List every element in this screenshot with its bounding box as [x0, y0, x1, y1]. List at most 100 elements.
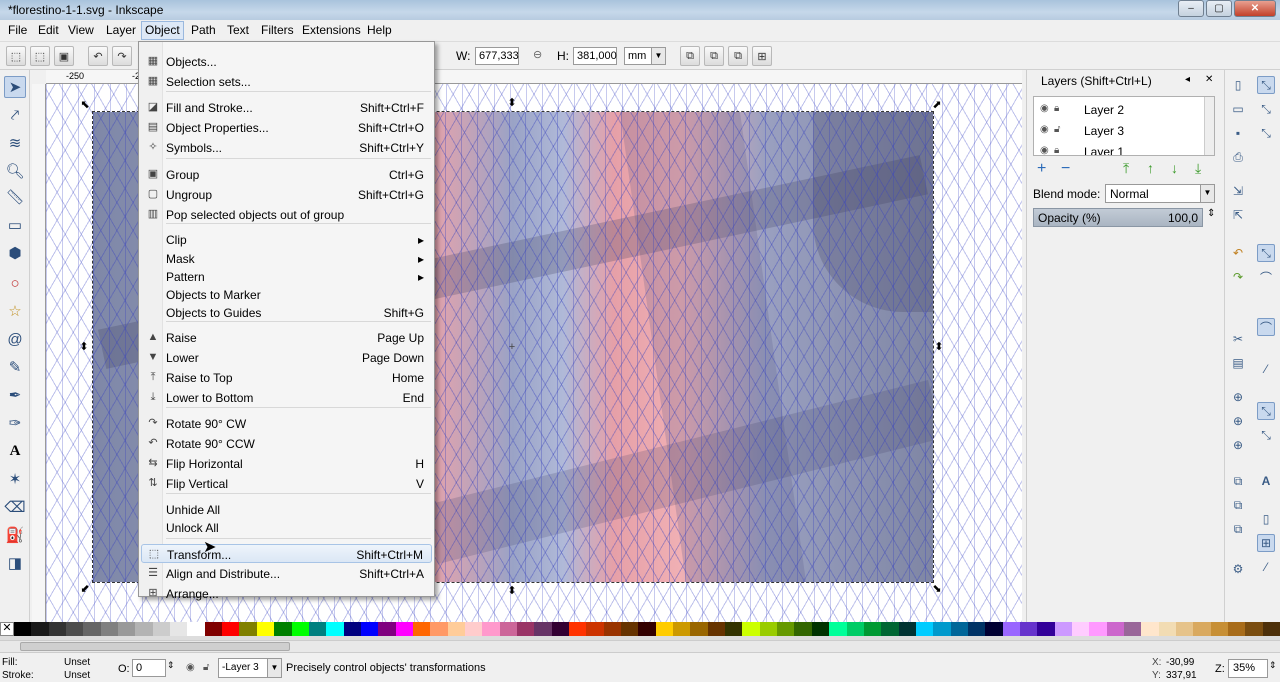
color-swatch[interactable] — [464, 622, 483, 636]
color-swatch[interactable] — [343, 622, 361, 636]
select-all-layers-icon[interactable]: ⬚ — [30, 46, 50, 66]
opacity-field[interactable]: 0 — [132, 659, 166, 677]
ellipse-tool-icon[interactable]: ○ — [4, 272, 26, 294]
snap-nodes-icon[interactable]: ⤡ — [1257, 244, 1275, 262]
color-swatch[interactable] — [308, 622, 327, 636]
lock-icon[interactable]: 🔓︎ — [203, 662, 209, 673]
color-swatch[interactable] — [152, 622, 171, 636]
color-swatch[interactable] — [950, 622, 968, 636]
height-field[interactable]: 381,000 — [573, 47, 617, 65]
menu-item-objects-to-guides[interactable]: Objects to Guides Shift+G — [141, 303, 432, 322]
lower-layer-icon[interactable]: ↓ — [1171, 160, 1178, 176]
lower-layer-bottom-icon[interactable]: ⤓ — [1195, 160, 1201, 177]
pencil-tool-icon[interactable]: ✎ — [4, 356, 26, 378]
menu-item-objects-to-marker[interactable]: Objects to Marker — [141, 285, 432, 304]
menu-item-unlock-all[interactable]: Unlock All — [141, 518, 432, 537]
star-tool-icon[interactable]: ☆ — [4, 300, 26, 322]
menu-item-pattern[interactable]: Pattern ▸ — [141, 267, 432, 286]
snap-midpoint-icon[interactable]: ⁄ — [1257, 360, 1275, 378]
menu-file[interactable]: File — [5, 23, 30, 37]
menu-item-rotate-90-ccw[interactable]: ↶ Rotate 90° CCW — [141, 434, 432, 453]
menu-object[interactable]: Object — [141, 21, 184, 40]
raise-layer-top-icon[interactable]: ⤒ — [1123, 160, 1129, 177]
menu-item-arrange[interactable]: ⊞ Arrange... — [141, 584, 432, 603]
deselect-icon[interactable]: ▣ — [54, 46, 74, 66]
color-swatch[interactable] — [898, 622, 916, 636]
zoom-drawing-icon[interactable]: ⊕ — [1229, 412, 1247, 430]
color-swatch[interactable] — [170, 622, 188, 636]
layer-row[interactable]: ◉ 🔓︎ Layer 3 — [1034, 120, 1204, 141]
unlink-clone-icon[interactable]: ⧉ — [1229, 520, 1247, 538]
scale-handle[interactable]: ⬍ — [79, 342, 89, 353]
menu-path[interactable]: Path — [188, 23, 219, 37]
rotate-ccw-icon[interactable]: ↶ — [88, 46, 108, 66]
color-swatch[interactable] — [256, 622, 275, 636]
menu-item-clip[interactable]: Clip ▸ — [141, 230, 432, 249]
opacity-stepper[interactable]: ⇕ — [1207, 208, 1215, 219]
redo-icon[interactable]: ↷ — [1229, 268, 1247, 286]
color-swatch[interactable] — [31, 622, 49, 636]
paste-icon[interactable]: ▤ — [1229, 354, 1247, 372]
menu-item-unhide-all[interactable]: Unhide All — [141, 500, 432, 519]
opacity-slider[interactable]: Opacity (%) 100,0 — [1033, 208, 1203, 227]
zoom-page-icon[interactable]: ⊕ — [1229, 436, 1247, 454]
color-swatch[interactable] — [725, 622, 743, 636]
color-swatch[interactable] — [412, 622, 431, 636]
scale-handle[interactable]: ⬍ — [934, 342, 944, 353]
snap-guide-icon[interactable]: ⁄ — [1257, 558, 1275, 576]
eye-icon[interactable]: ◉ — [1040, 103, 1049, 114]
maximize-button[interactable]: ▢ — [1206, 0, 1232, 17]
color-swatch[interactable] — [863, 622, 882, 636]
pen-tool-icon[interactable]: ✒ — [4, 384, 26, 406]
layer-row[interactable]: ◉ 🔒︎ Layer 2 — [1034, 99, 1204, 120]
move-gradients-icon[interactable]: ⧉ — [728, 46, 748, 66]
color-swatch[interactable] — [1037, 622, 1055, 636]
snap-center-icon[interactable]: ⤡ — [1257, 402, 1275, 420]
spiral-tool-icon[interactable]: @ — [4, 328, 26, 350]
color-swatch[interactable] — [291, 622, 309, 636]
duplicate-icon[interactable]: ⧉ — [1229, 472, 1247, 490]
color-swatch[interactable] — [360, 622, 379, 636]
color-swatch[interactable] — [378, 622, 396, 636]
color-swatch[interactable] — [794, 622, 812, 636]
color-swatch[interactable] — [985, 622, 1003, 636]
menu-item-align-and-distribute[interactable]: ☰ Align and Distribute... Shift+Ctrl+A — [141, 564, 432, 583]
color-swatch[interactable] — [118, 622, 136, 636]
snap-bbox-icon[interactable]: ⤡ — [1257, 100, 1275, 118]
color-swatch[interactable] — [1176, 622, 1194, 636]
color-swatch[interactable] — [811, 622, 830, 636]
color-swatch[interactable] — [1262, 622, 1280, 636]
zoom-selection-icon[interactable]: ⊕ — [1229, 388, 1247, 406]
export-icon[interactable]: ⇱ — [1229, 206, 1247, 224]
undo-icon[interactable]: ↶ — [1229, 244, 1247, 262]
color-swatch[interactable] — [742, 622, 760, 636]
color-swatch[interactable] — [204, 622, 223, 636]
cut-icon[interactable]: ✂ — [1229, 330, 1247, 348]
color-swatch[interactable] — [586, 622, 604, 636]
measure-tool-icon[interactable]: 📏︎ — [4, 186, 26, 208]
scale-handle[interactable]: ⬍ — [507, 586, 517, 597]
snap-paths-icon[interactable]: ⌒ — [1257, 268, 1275, 286]
scrollbar-thumb[interactable] — [20, 642, 290, 651]
eye-icon[interactable]: ◉ — [1040, 124, 1049, 135]
lock-icon[interactable]: 🔒︎ — [1054, 145, 1059, 155]
menu-item-symbols[interactable]: ✧ Symbols... Shift+Ctrl+Y — [141, 138, 432, 157]
color-swatch[interactable] — [569, 622, 587, 636]
color-swatch[interactable] — [516, 622, 535, 636]
color-swatch[interactable] — [14, 622, 32, 636]
menu-item-fill-and-stroke[interactable]: ◪ Fill and Stroke... Shift+Ctrl+F — [141, 98, 432, 117]
opacity-stepper[interactable]: ⇕ — [167, 660, 175, 671]
color-swatch[interactable] — [187, 622, 205, 636]
horizontal-scrollbar[interactable] — [0, 640, 1280, 652]
3dbox-tool-icon[interactable]: ⬢ — [4, 242, 26, 264]
width-field[interactable]: 677,333 — [475, 47, 519, 65]
text-tool-icon[interactable]: A — [4, 440, 26, 462]
gradient-tool-icon[interactable]: ◨ — [4, 552, 26, 574]
menu-item-pop-selected-objects-out-of-group[interactable]: ▥ Pop selected objects out of group — [141, 205, 432, 224]
menu-item-raise[interactable]: ▲ Raise Page Up — [141, 328, 432, 347]
color-swatch[interactable] — [1054, 622, 1072, 636]
node-tool-icon[interactable]: ⤤ — [4, 104, 26, 126]
menu-item-rotate-90-cw[interactable]: ↷ Rotate 90° CW — [141, 414, 432, 433]
calligraphy-tool-icon[interactable]: ✑ — [4, 412, 26, 434]
layer-list-scrollbar[interactable] — [1204, 97, 1214, 155]
